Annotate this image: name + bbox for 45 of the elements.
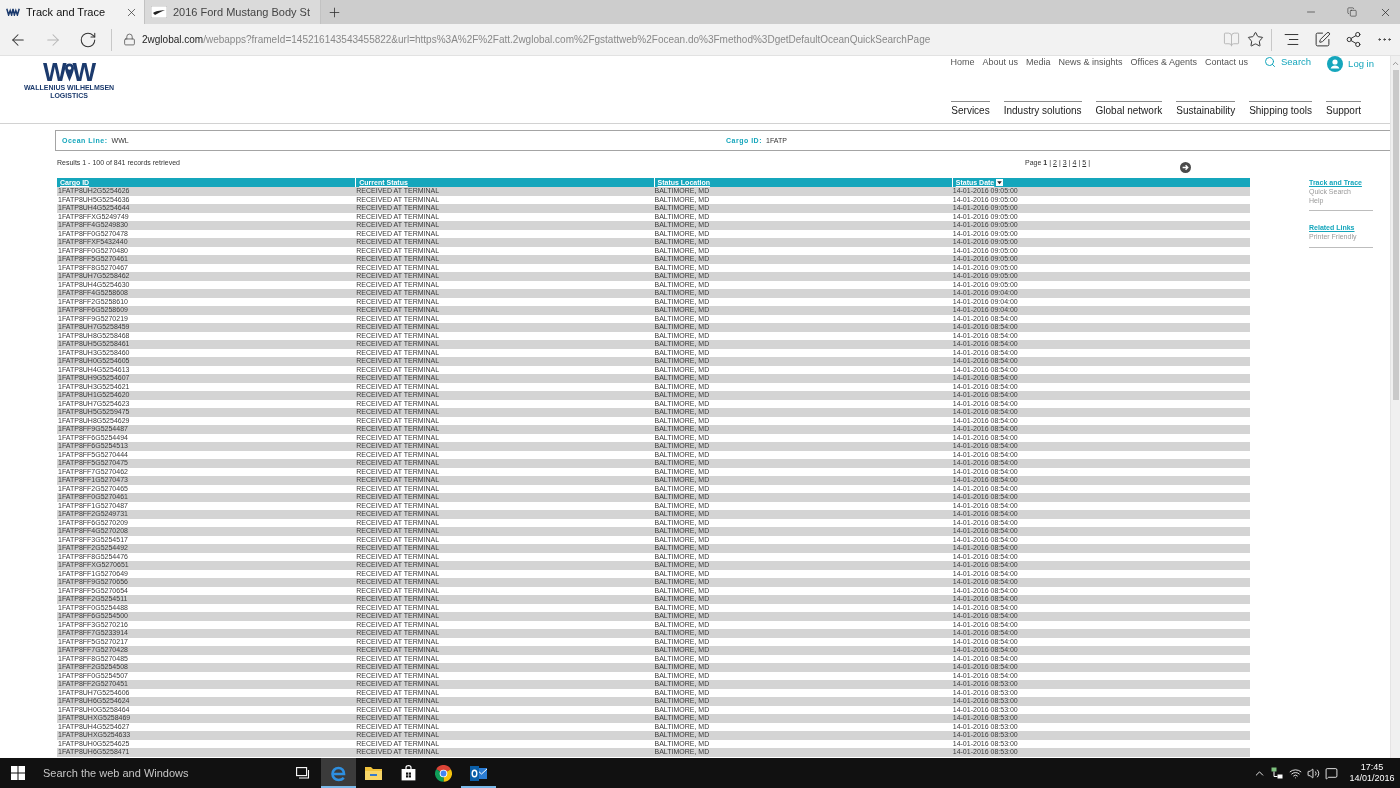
shopping-bag-icon (401, 765, 416, 781)
search-field[interactable]: Search the web and Windows (35, 758, 286, 788)
top-nav-link[interactable]: Offices & Agents (1130, 56, 1197, 68)
main-nav-link[interactable]: Services (951, 101, 990, 117)
main-nav-link[interactable]: Global network (1095, 101, 1163, 117)
network-icon[interactable] (1271, 767, 1283, 779)
lock-icon (122, 33, 136, 46)
main-nav-link[interactable]: Sustainability (1176, 101, 1236, 117)
top-nav-link[interactable]: About us (982, 56, 1019, 68)
search-icon (1264, 56, 1276, 68)
folder-icon (365, 766, 382, 780)
restore-icon[interactable] (1347, 7, 1357, 17)
sort-down-icon[interactable] (996, 179, 1004, 186)
scrollbar[interactable] (1390, 56, 1400, 758)
windows-icon[interactable] (10, 766, 25, 780)
refresh-icon[interactable] (78, 30, 97, 49)
message-icon[interactable] (1324, 766, 1338, 780)
next-arrow-icon[interactable] (1180, 162, 1192, 173)
color-wheel-icon (435, 764, 452, 782)
top-nav-link[interactable]: Contact us (1204, 56, 1248, 68)
main-nav-link[interactable]: Support (1325, 101, 1361, 117)
scrollbar-thumb[interactable] (1392, 70, 1399, 400)
list-icon[interactable] (1283, 31, 1300, 48)
e-logo-icon (330, 764, 347, 782)
task-view-icon (296, 767, 311, 779)
top-nav-link[interactable]: News & insights (1058, 56, 1123, 68)
share-icon[interactable] (1345, 31, 1362, 48)
browser-tab[interactable]: Track and Trace (0, 0, 145, 24)
envelope-icon (470, 765, 487, 781)
logo-icon (6, 8, 20, 16)
main-nav-link[interactable]: Industry solutions (1003, 101, 1082, 117)
wifi-icon[interactable] (1288, 766, 1302, 780)
plus-icon[interactable] (327, 4, 343, 20)
browser-tab[interactable]: 2016 Ford Mustang Body St (145, 0, 321, 24)
site-icon (151, 6, 167, 18)
top-nav-link[interactable]: Media (1026, 56, 1051, 68)
logo-letter: W (42, 62, 66, 82)
main-nav-link[interactable]: Shipping tools (1249, 101, 1312, 117)
pen-square-icon[interactable] (1314, 31, 1331, 48)
star-icon[interactable] (1246, 31, 1264, 48)
clock-time: 17:45 (1360, 762, 1384, 773)
logo-letter: W (72, 62, 96, 82)
top-nav-link[interactable]: Home (950, 56, 975, 68)
speaker-icon[interactable] (1306, 766, 1320, 780)
clock-date: 14/01/2016 (1349, 773, 1395, 784)
